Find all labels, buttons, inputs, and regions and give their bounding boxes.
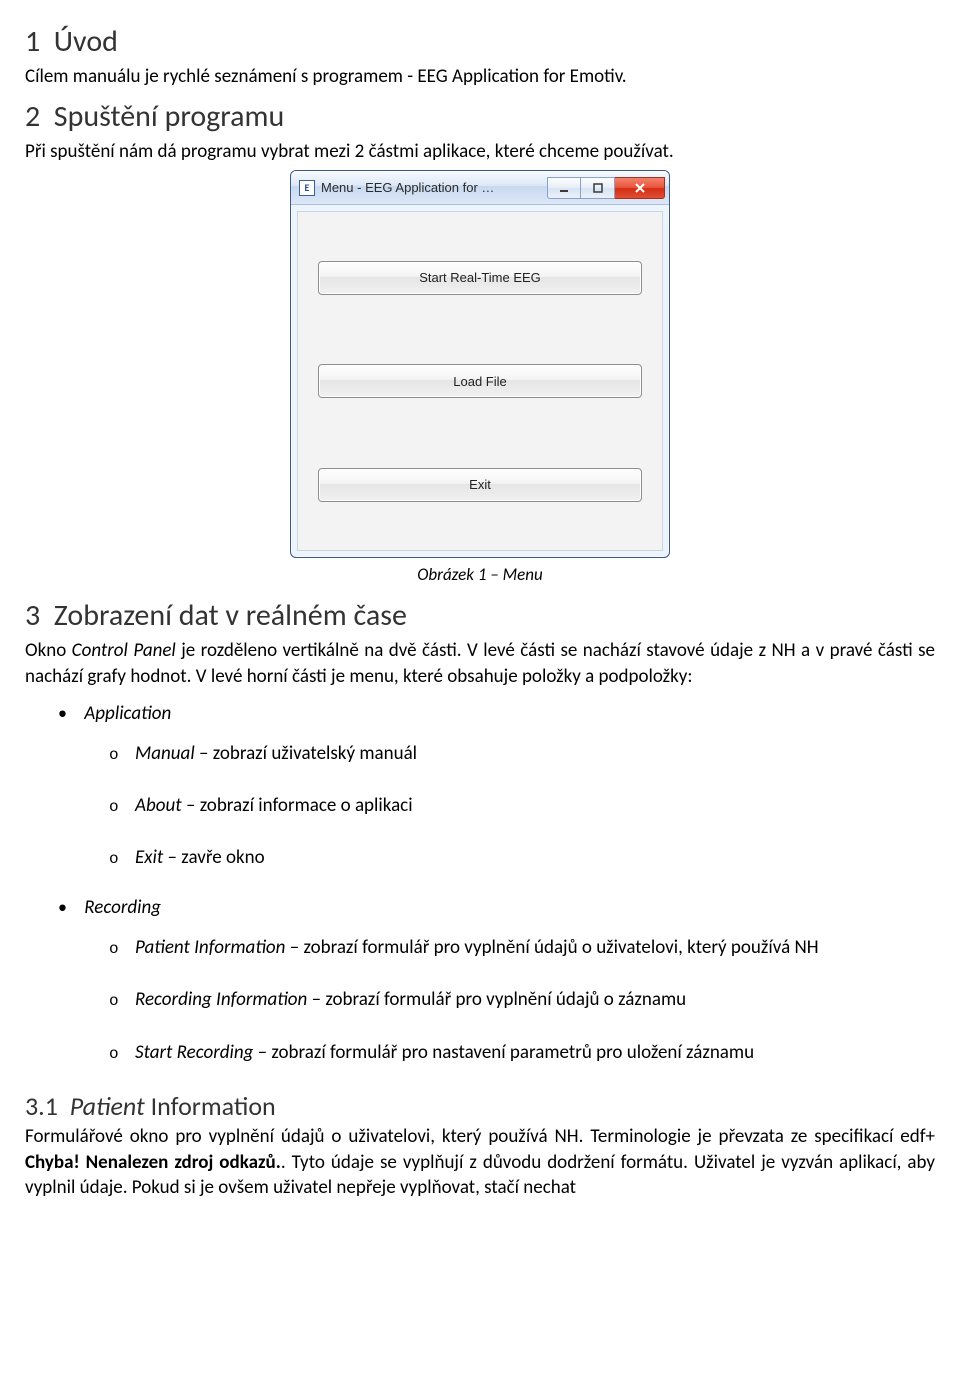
exit-button[interactable]: Exit (318, 468, 642, 502)
sec31-num: 3.1 (25, 1090, 58, 1122)
sec2-title: Spuštění programu (54, 98, 284, 135)
maximize-button[interactable] (581, 177, 615, 199)
dialog-title: Menu - EEG Application for … (321, 180, 541, 195)
sec31-paragraph: Formulářové okno pro vyplnění údajů o už… (25, 1124, 935, 1201)
list-item-recording-info: Recording Information – zobrazí formulář… (135, 985, 935, 1015)
list-item-application: Application Manual – zobrazí uživatelský… (80, 702, 935, 874)
window-buttons (547, 177, 665, 199)
close-icon (634, 182, 646, 194)
list-item-recording: Recording Patient Information – zobrazí … (80, 896, 935, 1068)
menu-structure-list: Application Manual – zobrazí uživatelský… (25, 702, 935, 1068)
dialog-window: E Menu - EEG Application for … (290, 170, 670, 558)
control-panel-term: Control Panel (72, 639, 176, 662)
figure-1: E Menu - EEG Application for … (25, 170, 935, 558)
sec1-title: Úvod (54, 23, 118, 60)
list-item-exit: Exit – zavře okno (135, 843, 935, 873)
app-icon: E (299, 180, 315, 196)
minimize-icon (559, 183, 569, 193)
dialog-client-area: Start Real-Time EEG Load File Exit (297, 211, 663, 551)
list-item-manual: Manual – zobrazí uživatelský manuál (135, 739, 935, 769)
figure-1-caption: Obrázek 1 – Menu (25, 564, 935, 585)
sec3-title: Zobrazení dat v reálném čase (54, 597, 407, 634)
section-3-heading: 3 Zobrazení dat v reálném čase (25, 597, 935, 634)
minimize-button[interactable] (547, 177, 581, 199)
sec2-num: 2 (25, 98, 40, 135)
sec1-paragraph: Cílem manuálu je rychlé seznámení s prog… (25, 64, 935, 90)
close-button[interactable] (615, 177, 665, 199)
sec2-paragraph: Při spuštění nám dá programu vybrat mezi… (25, 139, 935, 165)
sec3-num: 3 (25, 597, 40, 634)
sec1-num: 1 (25, 23, 40, 60)
section-2-heading: 2 Spuštění programu (25, 98, 935, 135)
sec31-title-rest: Information (145, 1090, 276, 1122)
error-ref-text: Chyba! Nenalezen zdroj odkazů. (25, 1151, 281, 1174)
sec31-title-italic: Patient (70, 1090, 145, 1122)
list-item-patient-info: Patient Information – zobrazí formulář p… (135, 933, 935, 963)
dialog-titlebar: E Menu - EEG Application for … (291, 171, 669, 205)
sec3-paragraph: Okno Control Panel je rozděleno vertikál… (25, 638, 935, 689)
load-file-button[interactable]: Load File (318, 364, 642, 398)
start-realtime-eeg-button[interactable]: Start Real-Time EEG (318, 261, 642, 295)
list-item-start-recording: Start Recording – zobrazí formulář pro n… (135, 1038, 935, 1068)
section-1-heading: 1 Úvod (25, 23, 935, 60)
maximize-icon (593, 183, 603, 193)
list-item-about: About – zobrazí informace o aplikaci (135, 791, 935, 821)
section-3-1-heading: 3.1 Patient Information (25, 1090, 935, 1122)
